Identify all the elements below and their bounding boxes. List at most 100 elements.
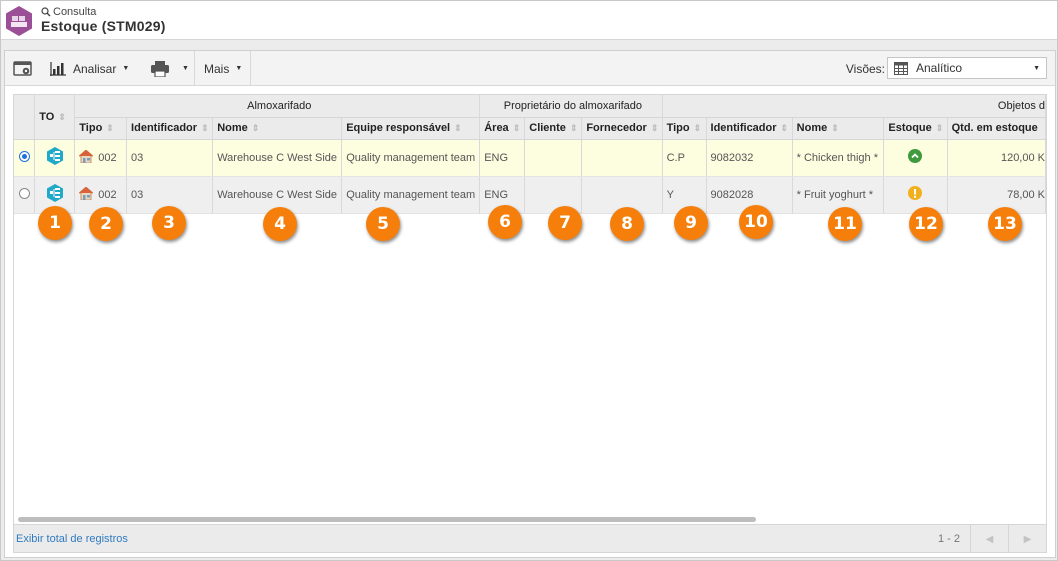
callout-badge: 4 (263, 207, 297, 241)
column-header-area[interactable]: Área ⇕ (479, 117, 526, 140)
next-page-button[interactable]: ▶ (1008, 525, 1046, 553)
chevron-left-icon: ◀ (985, 533, 994, 545)
column-header-object-type[interactable]: Tipo ⇕ (662, 117, 707, 140)
breadcrumb-label: Consulta (53, 6, 97, 18)
previous-page-button[interactable]: ◀ (970, 525, 1008, 553)
area-cell: ENG (479, 139, 526, 177)
callout-badge: 3 (152, 206, 186, 240)
search-icon (41, 7, 51, 17)
select-column-header (14, 95, 36, 140)
window: Consulta Estoque (STM029) Analisar ▼ ▼ M… (0, 0, 1058, 561)
object-name-cell: * Chicken thigh * (792, 139, 885, 177)
callout-badge: 2 (89, 207, 123, 241)
object-id-cell: 9082032 (706, 139, 793, 177)
callout-badge: 5 (366, 207, 400, 241)
row-select-cell[interactable] (14, 139, 36, 177)
stock-table: TO ⇕ Almoxarifado Proprietário do almoxar… (14, 95, 1046, 214)
sort-icon: ⇕ (780, 123, 789, 133)
caret-down-icon: ▼ (122, 65, 130, 72)
row-radio-button[interactable] (18, 187, 30, 199)
stock-warning-icon (908, 186, 923, 203)
view-record-button[interactable] (5, 51, 41, 86)
sort-icon: ⇕ (201, 123, 209, 133)
toolbar-divider (194, 51, 195, 86)
group-header-objects: Objetos d (662, 95, 1046, 118)
group-header-owner: Proprietário do almoxarifado (479, 95, 663, 118)
toolbar-divider (250, 51, 251, 86)
column-header-supplier[interactable]: Fornecedor ⇕ (581, 117, 663, 140)
sort-icon: ⇕ (693, 123, 702, 133)
sort-icon: ⇕ (935, 123, 944, 133)
view-record-icon (13, 60, 32, 76)
column-header-warehouse-type[interactable]: Tipo ⇕ (74, 117, 128, 140)
sort-icon: ⇕ (106, 123, 114, 133)
sort-icon: ⇕ (251, 123, 260, 133)
callout-badge: 1 (38, 206, 72, 240)
responsible-team-cell: Quality management team (341, 139, 481, 177)
title-bar: Consulta Estoque (STM029) (1, 1, 1057, 40)
breadcrumb[interactable]: Consulta (41, 6, 96, 18)
views-label: Visões: (845, 62, 885, 76)
callout-badge: 12 (909, 207, 943, 241)
views-select[interactable]: Analítico ▼ (887, 57, 1047, 79)
warehouse-app-logo-icon (6, 6, 32, 36)
quantity-cell: 78,00 K (947, 176, 1046, 214)
warehouse-type-cell: 002 (74, 139, 128, 177)
column-header-warehouse-name[interactable]: Nome ⇕ (212, 117, 343, 140)
grid-footer: Exibir total de registros 1 - 2 ◀ ▶ (13, 525, 1047, 553)
show-total-records-link[interactable]: Exibir total de registros (16, 533, 128, 545)
column-header-client[interactable]: Cliente ⇕ (524, 117, 583, 140)
sort-icon: ⇕ (512, 123, 521, 133)
analyze-button[interactable]: Analisar ▼ (41, 51, 137, 86)
column-header-stock[interactable]: Estoque ⇕ (883, 117, 948, 140)
table-row[interactable]: 002 03 Warehouse C West Side Quality manage… (14, 139, 1046, 177)
responsible-team-cell: Quality management team (341, 176, 481, 214)
column-header-quantity[interactable]: Qtd. em estoque (947, 117, 1046, 140)
column-header-responsible-team[interactable]: Equipe responsável ⇕ (341, 117, 481, 140)
sort-icon: ⇕ (58, 111, 66, 122)
bar-chart-icon (50, 61, 66, 76)
stock-status-cell (883, 139, 948, 177)
stock-status-cell (883, 176, 948, 214)
stock-ok-icon (908, 149, 923, 166)
warehouse-id-cell: 03 (126, 139, 214, 177)
row-radio-button[interactable] (18, 150, 30, 162)
column-header-object-id[interactable]: Identificador ⇕ (706, 117, 793, 140)
caret-down-icon: ▼ (182, 65, 189, 72)
sort-icon: ⇕ (569, 123, 578, 133)
sort-icon: ⇕ (454, 123, 462, 133)
warehouse-name-cell: Warehouse C West Side (212, 139, 343, 177)
page-title: Estoque (STM029) (41, 18, 166, 34)
toolbar: Analisar ▼ ▼ Mais ▼ Visões: Analítico ▼ (5, 51, 1055, 86)
object-type-cell: C.P (662, 139, 707, 177)
sort-icon: ⇕ (650, 123, 659, 133)
callout-badge: 13 (988, 207, 1022, 241)
row-select-cell[interactable] (14, 176, 36, 214)
callout-badge: 8 (610, 207, 644, 241)
analyze-label: Analisar (73, 61, 117, 76)
quantity-cell: 120,00 K (947, 139, 1046, 177)
horizontal-scrollbar[interactable] (18, 517, 756, 522)
callout-badge: 10 (739, 205, 773, 239)
callout-badge: 9 (674, 206, 708, 240)
callout-badge: 6 (488, 205, 522, 239)
group-header-warehouse: Almoxarifado (74, 95, 481, 118)
table-grid-icon (894, 61, 908, 75)
column-header-warehouse-id[interactable]: Identificador ⇕ (126, 117, 214, 140)
supplier-cell (581, 139, 663, 177)
views-value: Analítico (916, 61, 963, 75)
query-panel: Analisar ▼ ▼ Mais ▼ Visões: Analítico ▼ … (4, 50, 1056, 558)
callout-badge: 11 (828, 207, 862, 241)
data-grid: TO ⇕ Almoxarifado Proprietário do almoxar… (13, 94, 1047, 525)
pager-range: 1 - 2 (937, 533, 960, 545)
column-header-object-name[interactable]: Nome ⇕ (792, 117, 885, 140)
warehouse-house-icon (78, 185, 95, 203)
more-label: Mais (204, 61, 230, 76)
to-cell (34, 139, 76, 177)
object-type-icon (46, 184, 63, 205)
caret-down-icon: ▼ (1033, 65, 1040, 72)
more-button[interactable]: Mais ▼ (196, 51, 250, 86)
column-header-to[interactable]: TO ⇕ (34, 95, 76, 140)
print-button[interactable]: ▼ (142, 51, 197, 86)
chevron-right-icon: ▶ (1023, 533, 1032, 545)
